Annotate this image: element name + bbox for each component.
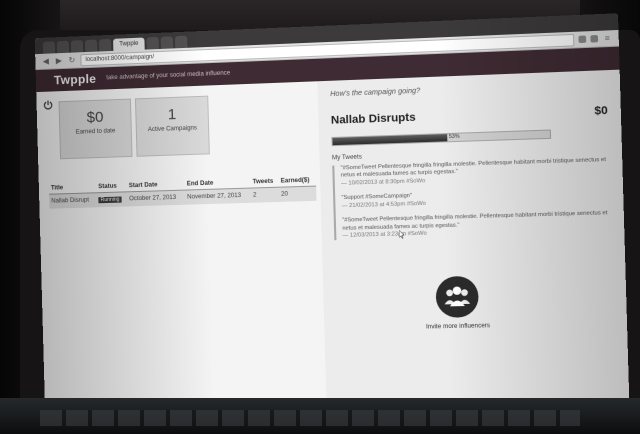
extension-icon[interactable] (590, 35, 598, 43)
browser-tab-active[interactable]: Twpple (113, 38, 145, 51)
browser-tab[interactable] (99, 39, 111, 52)
browser-tab[interactable] (175, 36, 188, 49)
panel-question: How's the campaign going? (330, 81, 607, 99)
campaign-status-cell: Running (96, 192, 127, 207)
tweet-list: "#SomeTweet Pellentesque fringilla fring… (332, 157, 611, 241)
dashboard-panel: $0 Earned to date 1 Active Campaigns Tit… (36, 81, 326, 416)
campaign-table: Title Status Start Date End Date Tweets … (49, 175, 317, 208)
earned-stat-card: $0 Earned to date (58, 99, 132, 160)
campaign-title-cell[interactable]: Nallab Disrupt (49, 193, 97, 209)
campaign-progress-bar: 53% (331, 129, 551, 146)
mouse-cursor-icon (399, 230, 405, 238)
active-campaigns-value: 1 (136, 105, 208, 125)
menu-icon[interactable]: ≡ (602, 33, 612, 43)
invite-circle[interactable] (435, 276, 479, 318)
browser-tab[interactable] (85, 40, 97, 53)
back-arrow-icon[interactable]: ◀ (41, 57, 50, 66)
laptop-screen: Twpple ◀ ▶ ↻ localhost:8000/campaign/ ≡ … (35, 13, 630, 416)
app-logo[interactable]: Twpple (54, 72, 97, 88)
progress-label: 53% (449, 134, 460, 142)
reload-icon[interactable]: ↻ (67, 55, 76, 64)
tweet-item: "Support #SomeCampaign" — 21/02/2013 at … (341, 187, 610, 210)
progress-fill (332, 134, 447, 145)
forward-arrow-icon[interactable]: ▶ (54, 56, 63, 65)
campaign-earned-cell: 20 (279, 186, 317, 202)
tweet-item: "#SomeTweet Pellentesque fringilla fring… (342, 210, 611, 240)
browser-tab[interactable] (161, 36, 174, 49)
browser-tab[interactable] (57, 41, 69, 54)
earned-value: $0 (60, 108, 131, 128)
campaign-amount: $0 (594, 105, 608, 118)
browser-tab[interactable] (43, 41, 55, 54)
campaign-tweets-cell: 2 (251, 187, 279, 203)
campaign-detail-panel: How's the campaign going? Nallab Disrupt… (317, 70, 629, 413)
campaign-start-cell: October 27, 2013 (127, 190, 185, 206)
laptop-keyboard (0, 398, 640, 434)
app-tagline: take advantage of your social media infl… (106, 70, 230, 81)
active-campaigns-label: Active Campaigns (137, 125, 208, 134)
extension-icon[interactable] (578, 35, 586, 43)
main-content: $0 Earned to date 1 Active Campaigns Tit… (36, 70, 629, 416)
tweet-item: "#SomeTweet Pellentesque fringilla fring… (341, 157, 610, 188)
invite-label[interactable]: Invite more influencers (410, 323, 506, 331)
campaign-end-cell: November 27, 2013 (185, 188, 251, 205)
campaign-heading: Nallab Disrupts $0 (331, 105, 608, 127)
invite-influencers-button[interactable]: Invite more influencers (409, 275, 506, 331)
power-icon[interactable] (42, 99, 53, 110)
browser-tab[interactable] (71, 40, 83, 53)
browser-tab[interactable] (146, 37, 159, 50)
status-badge: Running (99, 197, 122, 204)
campaign-name: Nallab Disrupts (331, 111, 416, 126)
people-group-icon (435, 276, 479, 318)
earned-label: Earned to date (60, 128, 131, 137)
active-campaigns-stat-card: 1 Active Campaigns (135, 96, 210, 157)
